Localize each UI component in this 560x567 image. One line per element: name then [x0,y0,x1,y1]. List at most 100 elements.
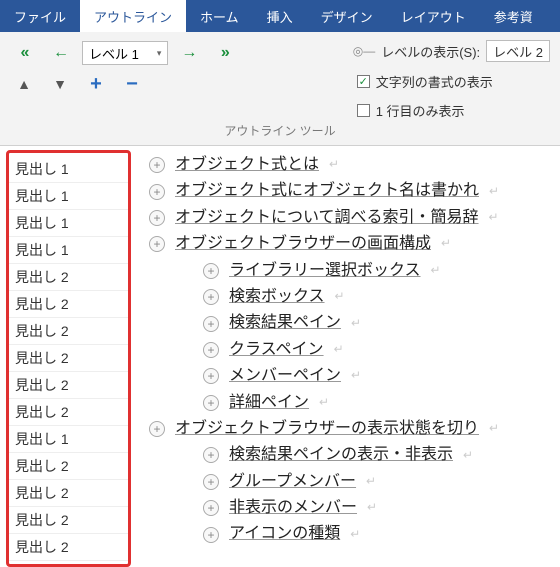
tab-insert[interactable]: 挿入 [253,0,307,32]
outline-heading-text[interactable]: 詳細ペイン [229,390,309,416]
outline-document: + オブジェクト式とは ↵ + オブジェクト式にオブジェクト名は書かれ ↵ + オブジェクトに… [131,146,560,548]
outline-row-level2: +検索結果ペインの表示・非表示↵ [149,442,560,468]
style-pane-item[interactable]: 見出し 2 [9,291,128,318]
outline-options: ◎— レベルの表示(S): レベル 2 ✓ 文字列の書式の表示 1 行目のみ表示 [353,40,550,120]
outline-heading-text[interactable]: 検索ボックス [229,284,325,310]
tab-home[interactable]: ホーム [186,0,253,32]
outline-heading-text[interactable]: 検索結果ペイン [229,310,341,336]
style-pane-item[interactable]: 見出し 2 [9,345,128,372]
tab-outline[interactable]: アウトライン [80,0,186,32]
content-area: 見出し 1見出し 1見出し 1見出し 1見出し 2見出し 2見出し 2見出し 2… [0,146,560,567]
outline-heading-text[interactable]: オブジェクトブラウザーの表示状態を切り [175,416,479,442]
expand-toggle-icon[interactable]: + [203,395,219,411]
expand-toggle-icon[interactable]: + [203,263,219,279]
expand-toggle-icon[interactable]: + [203,342,219,358]
promote-to-heading1-button[interactable]: « [10,40,40,66]
show-level-row: ◎— レベルの表示(S): レベル 2 [353,40,550,62]
tab-design[interactable]: デザイン [307,0,387,32]
outline-heading-text[interactable]: クラスペイン [229,337,324,363]
outline-heading-text[interactable]: オブジェクト式とは [175,152,319,178]
outline-row-level2: + 非表示のメンバー ↵ [149,495,560,521]
expand-toggle-icon[interactable]: + [149,157,165,173]
outline-heading-text[interactable]: オブジェクト式にオブジェクト名は書かれ [175,178,479,204]
show-level-value: レベル 2 [493,42,543,61]
style-pane-item[interactable]: 見出し 2 [9,318,128,345]
expand-toggle-icon[interactable]: + [149,210,165,226]
show-level-select[interactable]: レベル 2 [486,40,550,62]
style-pane-item[interactable]: 見出し 1 [9,156,128,183]
outline-row-level1: + オブジェクト式にオブジェクト名は書かれ ↵ [149,178,560,204]
checkbox-checked-icon: ✓ [357,75,370,88]
paragraph-mark-icon: ↵ [351,366,361,386]
outline-promote-demote-row: « ← レベル 1 ▾ → » [10,40,240,66]
style-pane-item[interactable]: 見出し 1 [9,210,128,237]
checkbox-unchecked-icon [357,104,370,117]
outline-heading-text[interactable]: 非表示のメンバー [229,495,357,521]
outline-heading-text[interactable]: グループメンバー [229,469,356,495]
paragraph-mark-icon: ↵ [367,498,377,518]
demote-to-body-button[interactable]: » [210,40,240,66]
outline-heading-text[interactable]: メンバーペイン [229,363,341,389]
show-formatting-label: 文字列の書式の表示 [376,72,493,91]
outline-level-select[interactable]: レベル 1 ▾ [82,41,168,65]
paragraph-mark-icon: ↵ [489,182,499,202]
first-line-only-row[interactable]: 1 行目のみ表示 [353,101,465,120]
expand-toggle-icon[interactable]: + [203,368,219,384]
outline-heading-text[interactable]: ライブラリー選択ボックス [229,258,421,284]
paragraph-mark-icon: ↵ [319,393,329,413]
outline-heading-text[interactable]: 検索結果ペインの表示・非表示 [229,442,453,468]
outline-heading-text[interactable]: オブジェクトブラウザーの画面構成 [175,231,431,257]
demote-button[interactable]: → [174,40,204,66]
expand-toggle-icon[interactable]: + [203,447,219,463]
first-line-only-label: 1 行目のみ表示 [376,101,465,120]
style-pane-item[interactable]: 見出し 1 [9,183,128,210]
outline-row-level1: + オブジェクトについて調べる索引・簡易辞 ↵ [149,205,560,231]
outline-row-level1: +オブジェクトブラウザーの表示状態を切り↵ [149,416,560,442]
style-pane-item[interactable]: 見出し 2 [9,507,128,534]
style-pane-item[interactable]: 見出し 2 [9,534,128,561]
expand-toggle-icon[interactable]: + [203,289,219,305]
move-down-button[interactable]: ▼ [46,72,74,96]
promote-button[interactable]: ← [46,40,76,66]
outline-row-level2: + クラスペイン ↵ [149,337,560,363]
expand-button[interactable]: + [82,72,110,96]
expand-toggle-icon[interactable]: + [203,474,219,490]
outline-heading-text[interactable]: アイコンの種類 [229,521,340,547]
style-pane-item[interactable]: 見出し 1 [9,426,128,453]
expand-toggle-icon[interactable]: + [149,184,165,200]
paragraph-mark-icon: ↵ [329,155,339,175]
expand-toggle-icon[interactable]: + [203,316,219,332]
expand-toggle-icon[interactable]: + [149,421,165,437]
style-pane-item[interactable]: 見出し 2 [9,480,128,507]
collapse-button[interactable]: − [118,72,146,96]
expand-toggle-icon[interactable]: + [203,527,219,543]
outline-row-level2: +アイコンの種類↵ [149,521,560,547]
paragraph-mark-icon: ↵ [366,472,376,492]
outline-row-level2: + ライブラリー選択ボックス ↵ [149,258,560,284]
paragraph-mark-icon: ↵ [351,314,361,334]
paragraph-mark-icon: ↵ [334,340,344,360]
move-up-button[interactable]: ▲ [10,72,38,96]
outline-row-level2: + 検索ボックス ↵ [149,284,560,310]
paragraph-mark-icon: ↵ [489,208,499,228]
style-pane-item[interactable]: 見出し 2 [9,399,128,426]
outline-heading-text[interactable]: オブジェクトについて調べる索引・簡易辞 [175,205,479,231]
show-formatting-row[interactable]: ✓ 文字列の書式の表示 [353,72,493,91]
paragraph-mark-icon: ↵ [431,261,441,281]
tab-references[interactable]: 参考資 [480,0,547,32]
style-pane-item[interactable]: 見出し 1 [9,237,128,264]
style-pane-item[interactable]: 見出し 2 [9,264,128,291]
outline-row-level2: + 検索結果ペイン ↵ [149,310,560,336]
ribbon-group-label: アウトライン ツール [10,120,550,143]
expand-toggle-icon[interactable]: + [203,500,219,516]
expand-toggle-icon[interactable]: + [149,236,165,252]
outline-level-value: レベル 1 [89,44,139,63]
paragraph-mark-icon: ↵ [335,287,345,307]
ribbon-tabs: ファイル アウトライン ホーム 挿入 デザイン レイアウト 参考資 [0,0,560,32]
tab-file[interactable]: ファイル [0,0,80,32]
tab-layout[interactable]: レイアウト [387,0,480,32]
style-pane-item[interactable]: 見出し 2 [9,372,128,399]
paragraph-mark-icon: ↵ [441,234,451,254]
style-pane-item[interactable]: 見出し 2 [9,453,128,480]
ribbon-body: « ← レベル 1 ▾ → » ▲ ▼ + − ◎— レベルの表示(S): [0,32,560,146]
